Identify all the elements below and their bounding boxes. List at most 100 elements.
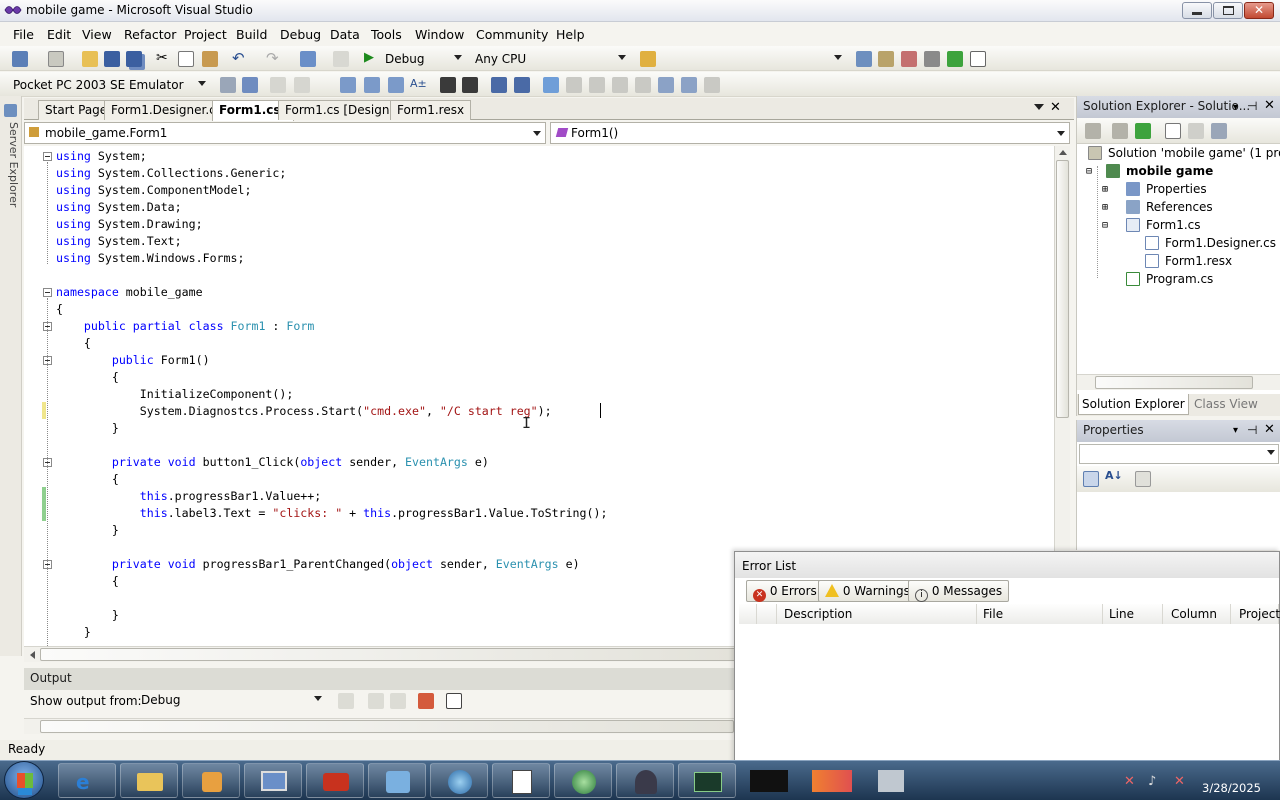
active-files-dropdown-icon[interactable] — [1034, 104, 1044, 110]
menu-help[interactable]: Help — [556, 27, 585, 42]
tab-solution-explorer[interactable]: Solution Explorer — [1078, 394, 1189, 415]
code-line[interactable]: } — [56, 522, 1046, 539]
tab-start-page[interactable]: Start Page — [38, 100, 115, 120]
maximize-button[interactable] — [1213, 2, 1243, 19]
bookmark-icon[interactable] — [543, 77, 559, 93]
taskbar-explorer[interactable] — [120, 763, 178, 798]
se-view-designer-icon[interactable] — [1188, 123, 1204, 139]
taskbar-console-icon[interactable] — [750, 770, 788, 792]
taskbar-app-icon[interactable] — [812, 770, 852, 792]
next-message-icon[interactable] — [390, 693, 406, 709]
network-error-icon[interactable]: ✕ — [1124, 774, 1135, 789]
scroll-left-icon[interactable] — [30, 651, 35, 659]
taskbar-user-app[interactable] — [616, 763, 674, 798]
code-line[interactable]: public partial class Form1 : Form — [56, 318, 1046, 335]
code-line[interactable]: using System; — [56, 148, 1046, 165]
font-size-icon[interactable]: A± — [410, 77, 427, 90]
increase-indent-icon[interactable] — [462, 77, 478, 93]
code-line[interactable]: using System.Data; — [56, 199, 1046, 216]
solution-platform-combo[interactable]: Any CPU — [470, 49, 630, 69]
toolbox-icon[interactable] — [924, 51, 940, 67]
tree-project[interactable]: mobile game — [1106, 162, 1213, 180]
prev-bookmark-icon[interactable] — [566, 77, 582, 93]
code-line[interactable]: using System.Drawing; — [56, 216, 1046, 233]
close-panel-icon[interactable]: ✕ — [1264, 98, 1275, 113]
code-line[interactable]: this.progressBar1.Value++; — [56, 488, 1046, 505]
cut-icon[interactable]: ✂ — [156, 50, 168, 66]
save-all-icon[interactable] — [126, 51, 142, 67]
redo-icon[interactable]: ↷ — [266, 49, 279, 67]
output-hscrollbar[interactable] — [24, 718, 736, 734]
panel-menu-icon[interactable]: ▾ — [1233, 102, 1238, 113]
navigate-forward-icon[interactable] — [333, 51, 349, 67]
code-line[interactable]: { — [56, 301, 1046, 318]
vertical-scroll-thumb[interactable] — [1056, 160, 1069, 418]
clock-date[interactable]: 3/28/2025 — [1202, 781, 1261, 795]
panel-menu-icon[interactable]: ▾ — [1233, 425, 1238, 436]
open-file-icon[interactable] — [82, 51, 98, 67]
format-icon-2[interactable] — [364, 77, 380, 93]
prev-bookmark-folder-icon[interactable] — [612, 77, 628, 93]
find-combo[interactable] — [660, 49, 846, 69]
find-message-icon[interactable] — [338, 693, 354, 709]
taskbar-misc-icon[interactable] — [878, 770, 904, 792]
error-list-header[interactable]: Error List — [735, 552, 1279, 578]
tree-solution[interactable]: Solution 'mobile game' (1 project) — [1088, 144, 1280, 162]
taskbar-internet-explorer[interactable]: e — [58, 763, 116, 798]
device-options-icon[interactable] — [242, 77, 258, 93]
tree-properties[interactable]: Properties — [1126, 180, 1207, 198]
properties-object-combo[interactable] — [1079, 444, 1279, 464]
format-icon-3[interactable] — [388, 77, 404, 93]
code-line[interactable]: ​ — [56, 437, 1046, 454]
align-lefts-icon[interactable] — [270, 77, 286, 93]
start-page-icon[interactable] — [947, 51, 963, 67]
collapse-node-icon[interactable]: ⊟ — [1086, 166, 1092, 177]
align-centers-icon[interactable] — [294, 77, 310, 93]
tab-form1-design[interactable]: Form1.cs [Design]* — [278, 100, 408, 120]
object-browser-icon[interactable] — [901, 51, 917, 67]
new-project-icon[interactable] — [12, 51, 28, 67]
target-device-combo[interactable]: Pocket PC 2003 SE Emulator — [8, 75, 210, 95]
navigate-backward-icon[interactable] — [300, 51, 316, 67]
code-line[interactable]: { — [56, 471, 1046, 488]
menu-debug[interactable]: Debug — [280, 27, 321, 42]
code-line[interactable]: public Form1() — [56, 352, 1046, 369]
menu-data[interactable]: Data — [330, 27, 360, 42]
column-column[interactable]: Column — [1163, 604, 1231, 624]
action-center-icon[interactable]: ✕ — [1174, 774, 1185, 789]
taskbar-notepad[interactable] — [492, 763, 550, 798]
menu-edit[interactable]: Edit — [47, 27, 71, 42]
code-line[interactable]: namespace mobile_game — [56, 284, 1046, 301]
type-navigation-combo[interactable]: mobile_game.Form1 — [24, 122, 546, 144]
se-scroll-thumb[interactable] — [1095, 376, 1253, 389]
prev-in-document-icon[interactable] — [658, 77, 674, 93]
clear-bookmarks-icon[interactable] — [704, 77, 720, 93]
tree-form1-resx[interactable]: Form1.resx — [1145, 252, 1232, 270]
next-bookmark-icon[interactable] — [589, 77, 605, 93]
taskbar-control-panel[interactable] — [368, 763, 426, 798]
start-debugging-icon[interactable]: ▶ — [364, 50, 374, 65]
tab-form1-resx[interactable]: Form1.resx — [390, 100, 472, 120]
se-class-diagram-icon[interactable] — [1211, 123, 1227, 139]
taskbar-media-player[interactable] — [182, 763, 240, 798]
code-line[interactable]: } — [56, 420, 1046, 437]
menu-window[interactable]: Window — [415, 27, 464, 42]
menu-file[interactable]: File — [13, 27, 34, 42]
se-refresh-icon[interactable] — [1135, 123, 1151, 139]
code-line[interactable]: using System.Text; — [56, 233, 1046, 250]
column-project[interactable]: Project — [1231, 604, 1280, 624]
clear-all-icon[interactable] — [418, 693, 434, 709]
taskbar-network[interactable] — [430, 763, 488, 798]
code-line[interactable]: ​ — [56, 267, 1046, 284]
tab-class-view[interactable]: Class View — [1194, 397, 1258, 411]
scroll-up-icon[interactable] — [1059, 150, 1067, 155]
next-in-document-icon[interactable] — [681, 77, 697, 93]
code-line[interactable]: using System.Collections.Generic; — [56, 165, 1046, 182]
code-line[interactable]: { — [56, 335, 1046, 352]
code-line[interactable]: System.Diagnostcs.Process.Start("cmd.exe… — [56, 403, 1046, 420]
format-icon-1[interactable] — [340, 77, 356, 93]
command-window-icon[interactable] — [970, 51, 986, 67]
tree-form1-cs[interactable]: Form1.cs — [1126, 216, 1201, 234]
paste-icon[interactable] — [202, 51, 218, 67]
tree-form1-designer-cs[interactable]: Form1.Designer.cs — [1145, 234, 1276, 252]
